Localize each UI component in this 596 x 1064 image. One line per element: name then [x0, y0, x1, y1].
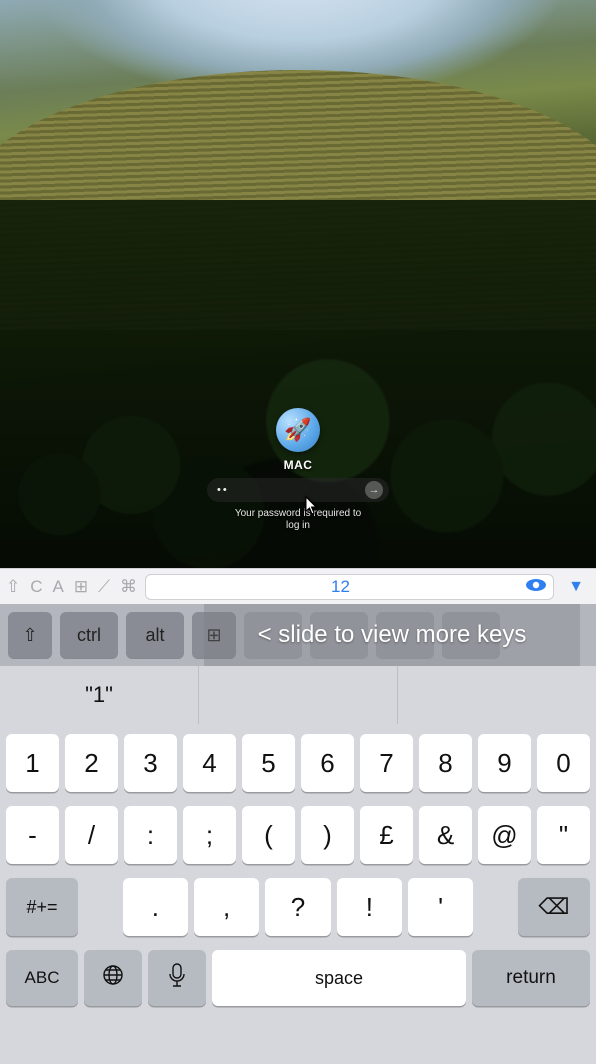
password-submit-button[interactable]: → — [365, 481, 383, 499]
key-apostrophe[interactable]: ' — [408, 878, 473, 936]
key-space[interactable]: space — [212, 950, 466, 1006]
globe-icon — [101, 963, 125, 993]
mod-extra1-key[interactable] — [244, 612, 302, 658]
shift-icon[interactable]: ⇧ — [6, 578, 20, 595]
toolbar-input[interactable] — [156, 577, 525, 597]
mouse-cursor-icon — [305, 496, 319, 516]
login-stack: 🚀 MAC → Your password is required tolog … — [207, 408, 389, 531]
key-question[interactable]: ? — [265, 878, 330, 936]
user-avatar[interactable]: 🚀 — [276, 408, 320, 452]
app-toolbar: ⇧ C A ⊞ ⟋ ⌘ ▼ — [0, 568, 596, 604]
key-exclaim[interactable]: ! — [337, 878, 402, 936]
cmd-icon[interactable]: ⌘ — [120, 578, 137, 595]
key-abc[interactable]: ABC — [6, 950, 78, 1006]
key-6[interactable]: 6 — [301, 734, 354, 792]
key-lparen[interactable]: ( — [242, 806, 295, 864]
key-3[interactable]: 3 — [124, 734, 177, 792]
key-quote[interactable]: " — [537, 806, 590, 864]
suggestion-2[interactable] — [198, 666, 397, 724]
key-comma[interactable]: , — [194, 878, 259, 936]
password-input[interactable] — [217, 484, 359, 496]
key-9[interactable]: 9 — [478, 734, 531, 792]
key-1[interactable]: 1 — [6, 734, 59, 792]
avatar-emoji: 🚀 — [284, 417, 311, 443]
key-7[interactable]: 7 — [360, 734, 413, 792]
key-dash[interactable]: - — [6, 806, 59, 864]
key-2[interactable]: 2 — [65, 734, 118, 792]
key-mic[interactable] — [148, 950, 206, 1006]
key-8[interactable]: 8 — [419, 734, 472, 792]
key-semicolon[interactable]: ; — [183, 806, 236, 864]
c-icon[interactable]: C — [30, 578, 42, 595]
grid-icon[interactable]: ⊞ — [74, 578, 88, 595]
key-slash[interactable]: / — [65, 806, 118, 864]
key-0[interactable]: 0 — [537, 734, 590, 792]
mod-extra2-key[interactable] — [310, 612, 368, 658]
suggestion-bar: "1" — [0, 666, 596, 724]
key-amp[interactable]: & — [419, 806, 472, 864]
username-label: MAC — [284, 458, 313, 472]
remote-screen[interactable]: 🚀 MAC → Your password is required tolog … — [0, 0, 596, 568]
arrow-right-icon: → — [369, 484, 380, 496]
mod-shift-key[interactable]: ⇧ — [8, 612, 52, 658]
chevron-down-icon[interactable]: ▼ — [562, 578, 590, 596]
key-return[interactable]: return — [472, 950, 590, 1006]
kbd-row-1: 1 2 3 4 5 6 7 8 9 0 — [6, 734, 590, 792]
key-period[interactable]: . — [123, 878, 188, 936]
mod-alt-key[interactable]: alt — [126, 612, 184, 658]
wand-icon[interactable]: ⟋ — [98, 578, 110, 595]
toolbar-input-wrap — [145, 574, 554, 600]
modifier-key-row[interactable]: ⇧ ctrl alt ⊞ < slide to view more keys — [0, 604, 596, 666]
mod-extra4-key[interactable] — [442, 612, 500, 658]
kbd-row-2: - / : ; ( ) £ & @ " — [6, 806, 590, 864]
key-5[interactable]: 5 — [242, 734, 295, 792]
kbd-row-4: ABC space return — [6, 950, 590, 1006]
ios-keyboard: 1 2 3 4 5 6 7 8 9 0 - / : ; ( ) £ & @ " … — [0, 724, 596, 1064]
suggestion-1[interactable]: "1" — [0, 666, 198, 724]
password-hint: Your password is required tolog in — [235, 508, 361, 531]
mod-ctrl-key[interactable]: ctrl — [60, 612, 118, 658]
key-at[interactable]: @ — [478, 806, 531, 864]
key-altshift[interactable]: #+= — [6, 878, 78, 936]
mic-icon — [166, 962, 188, 994]
suggestion-3[interactable] — [397, 666, 596, 724]
password-row: → — [207, 478, 389, 502]
kbd-row-3: #+= . , ? ! ' ⌫ — [6, 878, 590, 936]
key-colon[interactable]: : — [124, 806, 177, 864]
toolbar-left-group: ⇧ C A ⊞ ⟋ ⌘ — [6, 578, 137, 595]
key-pound[interactable]: £ — [360, 806, 413, 864]
key-globe[interactable] — [84, 950, 142, 1006]
key-4[interactable]: 4 — [183, 734, 236, 792]
mod-win-key[interactable]: ⊞ — [192, 612, 236, 658]
key-backspace[interactable]: ⌫ — [518, 878, 590, 936]
eye-icon[interactable] — [525, 576, 547, 597]
a-icon[interactable]: A — [53, 578, 64, 595]
mod-extra3-key[interactable] — [376, 612, 434, 658]
key-rparen[interactable]: ) — [301, 806, 354, 864]
